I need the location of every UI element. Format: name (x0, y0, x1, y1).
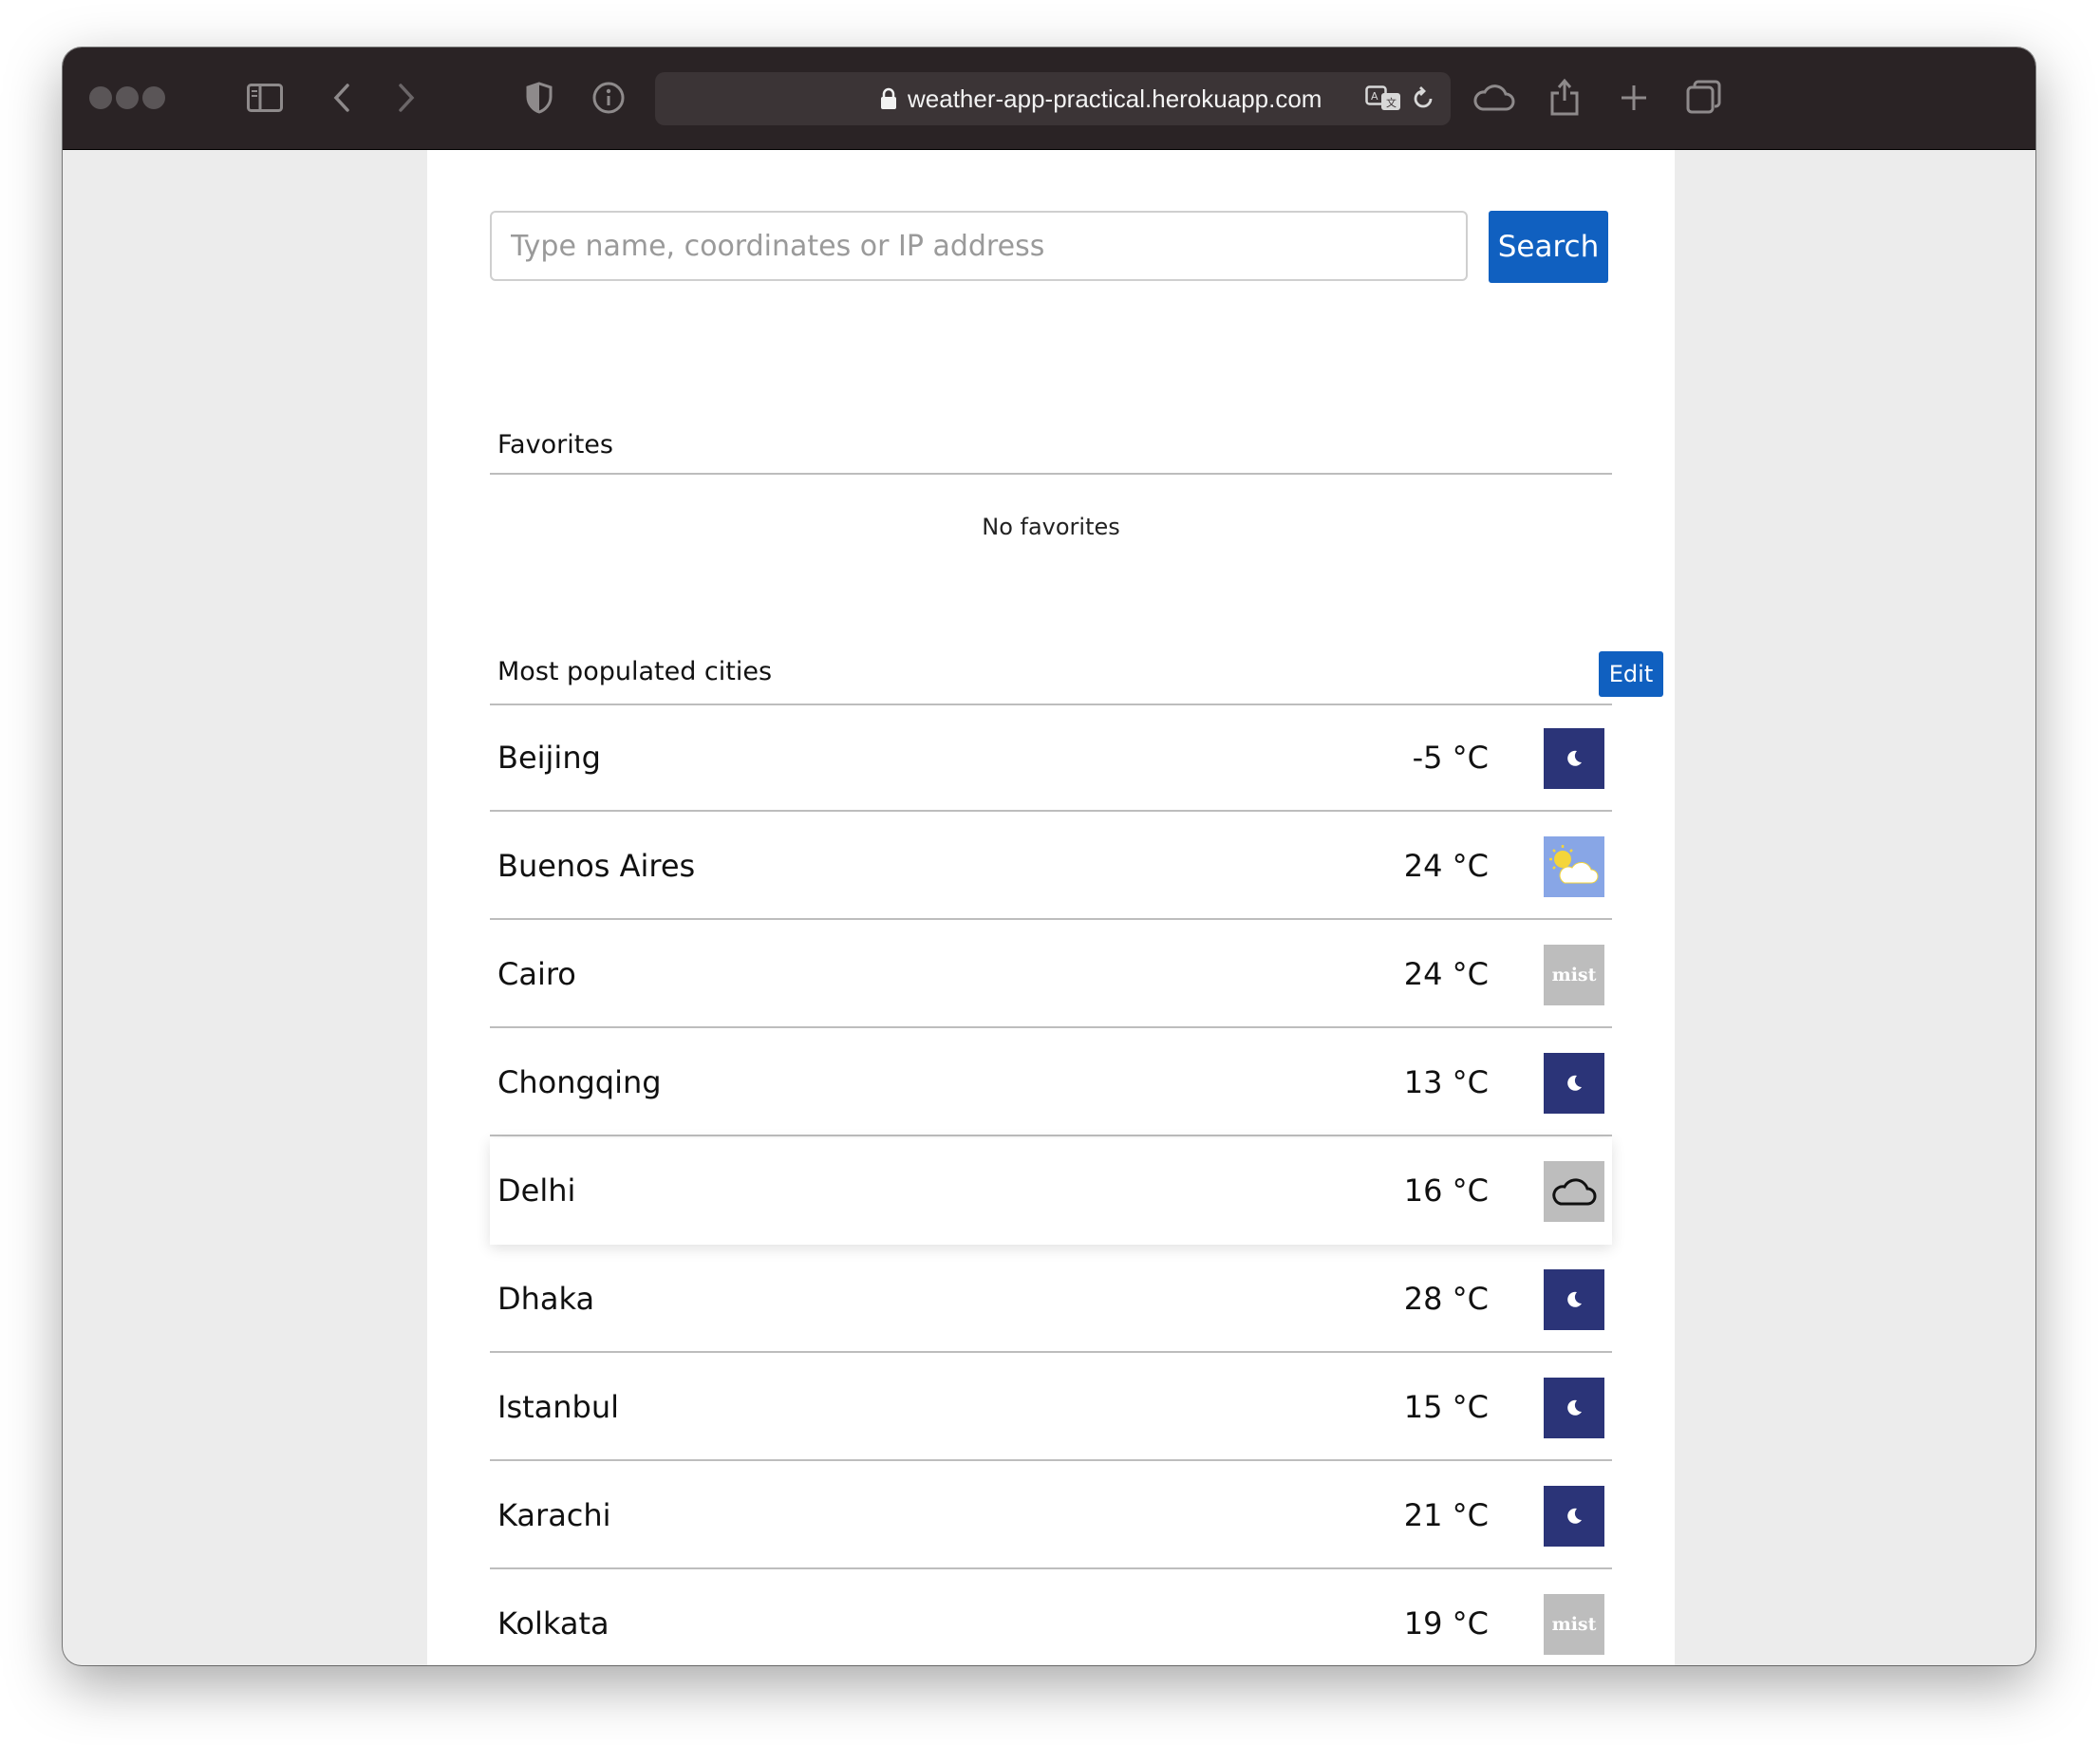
city-name: Kolkata (497, 1605, 609, 1642)
city-name: Dhaka (497, 1281, 595, 1317)
city-row[interactable]: Istanbul 15 °C (490, 1355, 1612, 1461)
city-row[interactable]: Karachi 21 °C (490, 1463, 1612, 1569)
city-temperature: 21 °C (1403, 1497, 1489, 1533)
city-row[interactable]: Delhi 16 °C (490, 1138, 1612, 1245)
moon-icon (1544, 728, 1604, 789)
city-row[interactable]: Dhaka 28 °C (490, 1247, 1612, 1353)
back-icon[interactable] (332, 84, 351, 112)
city-name: Delhi (497, 1173, 576, 1209)
privacy-shield-icon[interactable] (526, 82, 553, 114)
mist-icon: mist (1544, 945, 1604, 1005)
city-row[interactable]: Beijing -5 °C (490, 705, 1612, 812)
moon-icon (1544, 1486, 1604, 1547)
city-temperature: 13 °C (1403, 1064, 1489, 1100)
city-name: Cairo (497, 956, 576, 992)
edit-cities-button[interactable]: Edit (1599, 651, 1663, 697)
translate-icon[interactable]: A文 (1365, 85, 1403, 112)
city-temperature: -5 °C (1412, 740, 1489, 776)
address-bar[interactable]: weather-app-practical.herokuapp.com A文 (655, 72, 1451, 125)
tab-overview-icon[interactable] (1686, 80, 1722, 116)
browser-toolbar: weather-app-practical.herokuapp.com A文 (63, 47, 2035, 150)
url-text: weather-app-practical.herokuapp.com (908, 84, 1322, 113)
weather-app-page: Search Favorites No favorites Most popul… (427, 150, 1675, 1665)
city-temperature: 28 °C (1403, 1281, 1489, 1317)
mist-icon: mist (1544, 1594, 1604, 1655)
moon-icon (1544, 1378, 1604, 1438)
browser-window: weather-app-practical.herokuapp.com A文 S… (63, 47, 2035, 1665)
city-name: Beijing (497, 740, 601, 776)
moon-icon (1544, 1053, 1604, 1114)
city-name: Istanbul (497, 1389, 620, 1425)
city-row[interactable]: Cairo 24 °C mist (490, 922, 1612, 1028)
lock-icon (879, 87, 898, 114)
city-row[interactable]: Kolkata 19 °C mist (490, 1571, 1612, 1665)
reload-icon[interactable] (1411, 85, 1435, 112)
favorites-divider (490, 473, 1612, 475)
minimize-window-button[interactable] (116, 86, 139, 109)
info-icon[interactable] (592, 82, 625, 114)
icloud-tabs-icon[interactable] (1472, 84, 1515, 112)
share-icon[interactable] (1549, 76, 1580, 116)
forward-icon[interactable] (397, 84, 416, 112)
city-temperature: 24 °C (1403, 956, 1489, 992)
close-window-button[interactable] (89, 86, 112, 109)
city-name: Karachi (497, 1497, 611, 1533)
svg-text:文: 文 (1386, 96, 1397, 109)
cloud-icon (1544, 1161, 1604, 1222)
city-temperature: 19 °C (1403, 1605, 1489, 1642)
city-temperature: 15 °C (1403, 1389, 1489, 1425)
city-name: Chongqing (497, 1064, 662, 1100)
cities-section-title: Most populated cities (497, 657, 773, 686)
favorites-empty-message: No favorites (982, 514, 1120, 540)
partly-cloudy-sun-icon (1544, 836, 1604, 897)
zoom-window-button[interactable] (142, 86, 165, 109)
new-tab-icon[interactable] (1620, 84, 1648, 112)
city-row[interactable]: Buenos Aires 24 °C (490, 814, 1612, 920)
city-row[interactable]: Chongqing 13 °C (490, 1030, 1612, 1136)
city-temperature: 24 °C (1403, 848, 1489, 884)
search-button[interactable]: Search (1489, 211, 1608, 283)
sidebar-toggle-icon[interactable] (247, 84, 283, 112)
svg-text:A: A (1371, 90, 1378, 103)
city-temperature: 16 °C (1403, 1173, 1489, 1209)
moon-icon (1544, 1269, 1604, 1330)
search-input[interactable] (490, 211, 1468, 281)
city-name: Buenos Aires (497, 848, 696, 884)
favorites-title: Favorites (497, 430, 613, 460)
